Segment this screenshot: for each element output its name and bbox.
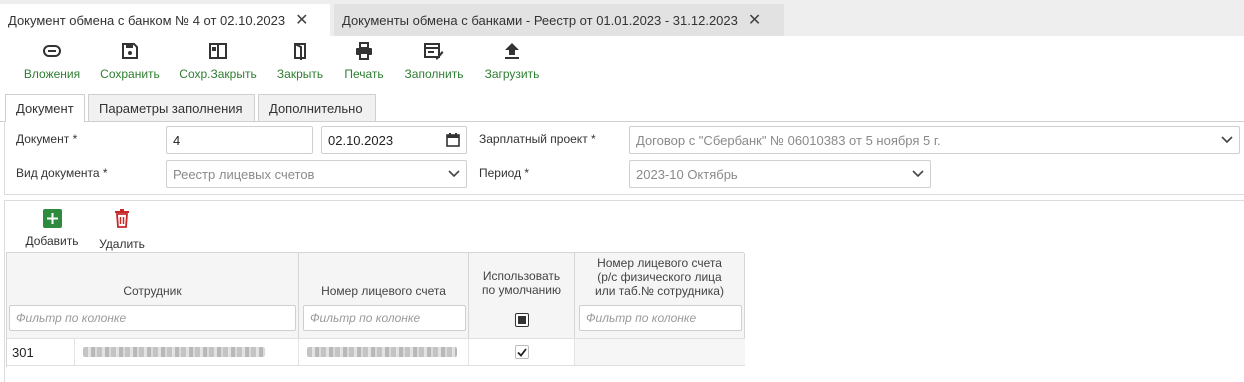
save-label: Сохранить bbox=[100, 67, 160, 81]
filter-employee-input[interactable]: Фильтр по колонке bbox=[9, 305, 296, 331]
filter-account-number-input[interactable]: Фильтр по колонке bbox=[303, 305, 466, 331]
print-button[interactable]: Печать bbox=[342, 40, 386, 84]
period-value: 2023-10 Октябрь bbox=[636, 166, 738, 182]
document-tabs-bar: Документ обмена с банком № 4 от 02.10.20… bbox=[0, 0, 1244, 36]
upload-icon bbox=[502, 40, 522, 62]
column-header-employee: Сотрудник Фильтр по колонке bbox=[7, 253, 299, 338]
column-title-personal-account-line3: или таб.№ сотрудника) bbox=[595, 284, 724, 298]
fill-label: Заполнить bbox=[404, 67, 464, 81]
close-label: Закрыть bbox=[276, 67, 324, 81]
save-close-button[interactable]: Сохр.Закрыть bbox=[178, 40, 258, 84]
tab-document[interactable]: Документ bbox=[5, 94, 85, 122]
save-close-icon bbox=[208, 40, 228, 62]
column-title-use-default-line2: по умолчанию bbox=[481, 283, 562, 297]
use-default-checkbox[interactable] bbox=[515, 345, 529, 359]
doc-type-label: Вид документа * bbox=[16, 166, 108, 180]
salary-project-label: Зарплатный проект * bbox=[479, 132, 596, 146]
doc-tab-current-label: Документ обмена с банком № 4 от 02.10.20… bbox=[8, 12, 286, 28]
column-header-personal-account: Номер лицевого счета (р/с физического ли… bbox=[575, 253, 745, 338]
delete-row-label: Удалить bbox=[99, 237, 145, 251]
add-row-button[interactable]: Добавить bbox=[22, 209, 82, 248]
column-title-use-default-line1: Использовать bbox=[482, 269, 561, 283]
doc-tab-registry[interactable]: Документы обмена с банками - Реестр от 0… bbox=[334, 4, 784, 36]
column-title-account-number: Номер лицевого счета bbox=[299, 284, 468, 298]
close-button[interactable]: Закрыть bbox=[274, 40, 326, 84]
delete-row-button[interactable]: Удалить bbox=[96, 209, 148, 251]
personal-account-cell bbox=[575, 339, 745, 365]
doc-tab-current[interactable]: Документ обмена с банком № 4 от 02.10.20… bbox=[0, 4, 330, 36]
close-icon[interactable]: ✕ bbox=[748, 10, 761, 30]
print-label: Печать bbox=[344, 67, 384, 81]
document-date-value: 02.10.2023 bbox=[328, 132, 394, 148]
trash-icon bbox=[114, 209, 130, 231]
accounts-table: Сотрудник Фильтр по колонке Номер лицево… bbox=[6, 252, 745, 367]
indeterminate-icon bbox=[518, 316, 526, 324]
account-number-cell bbox=[299, 339, 469, 365]
column-header-account-number: Номер лицевого счета Фильтр по колонке bbox=[299, 253, 469, 338]
use-default-cell bbox=[469, 339, 575, 365]
period-label: Период * bbox=[479, 166, 530, 180]
calendar-icon[interactable] bbox=[446, 133, 460, 147]
column-header-use-default: Использовать по умолчанию bbox=[469, 253, 575, 338]
column-title-employee: Сотрудник bbox=[7, 284, 298, 298]
column-title-employee-line: Сотрудник bbox=[123, 284, 182, 298]
salary-project-select[interactable]: Договор с "Сбербанк" № 06010383 от 5 ноя… bbox=[629, 126, 1240, 154]
tab-fill-parameters-label: Параметры заполнения bbox=[99, 100, 243, 116]
save-icon bbox=[120, 40, 140, 62]
document-date-field[interactable]: 02.10.2023 bbox=[321, 126, 467, 154]
chevron-down-icon[interactable] bbox=[912, 170, 924, 178]
checkmark-icon bbox=[517, 347, 527, 357]
upload-button[interactable]: Загрузить bbox=[482, 40, 542, 84]
employee-name-redacted bbox=[83, 347, 265, 357]
column-title-personal-account-line2: (р/с физического лица bbox=[597, 270, 722, 284]
save-button[interactable]: Сохранить bbox=[98, 40, 162, 84]
salary-project-value: Договор с "Сбербанк" № 06010383 от 5 ноя… bbox=[636, 132, 941, 148]
document-number-field[interactable]: 4 bbox=[166, 126, 313, 154]
employee-code: 301 bbox=[12, 344, 34, 360]
paperclip-icon bbox=[42, 40, 62, 62]
toolbar: Вложения Сохранить Сохр.Закрыть Закрыть … bbox=[0, 40, 1244, 88]
plus-icon bbox=[42, 209, 62, 228]
column-title-personal-account-line1: Номер лицевого счета bbox=[597, 256, 722, 270]
select-all-checkbox[interactable] bbox=[515, 313, 529, 327]
document-label: Документ * bbox=[16, 132, 78, 146]
attachments-button[interactable]: Вложения bbox=[22, 40, 82, 84]
account-number-redacted bbox=[307, 347, 457, 357]
employee-code-cell: 301 bbox=[7, 339, 75, 365]
filter-account-number-placeholder: Фильтр по колонке bbox=[310, 311, 421, 325]
add-row-label: Добавить bbox=[25, 234, 79, 248]
column-title-use-default: Использовать по умолчанию bbox=[469, 269, 574, 297]
attachments-label: Вложения bbox=[23, 67, 81, 81]
column-title-account-number-line: Номер лицевого счета bbox=[321, 284, 446, 298]
fill-form-icon bbox=[424, 40, 444, 62]
doc-type-value: Реестр лицевых счетов bbox=[173, 166, 315, 182]
upload-label: Загрузить bbox=[484, 67, 540, 81]
save-close-label: Сохр.Закрыть bbox=[179, 67, 257, 81]
chevron-down-icon[interactable] bbox=[448, 170, 460, 178]
tab-additional[interactable]: Дополнительно bbox=[258, 94, 376, 121]
printer-icon bbox=[354, 40, 374, 62]
document-number-value: 4 bbox=[173, 132, 181, 148]
close-icon[interactable]: ✕ bbox=[295, 10, 308, 30]
column-title-personal-account: Номер лицевого счета (р/с физического ли… bbox=[575, 256, 744, 298]
period-select[interactable]: 2023-10 Октябрь bbox=[629, 160, 931, 188]
door-icon bbox=[290, 40, 310, 62]
tab-additional-label: Дополнительно bbox=[269, 100, 363, 116]
doc-tab-registry-label: Документы обмена с банками - Реестр от 0… bbox=[342, 12, 738, 28]
tab-fill-parameters[interactable]: Параметры заполнения bbox=[88, 94, 255, 121]
doc-type-select[interactable]: Реестр лицевых счетов bbox=[166, 160, 467, 188]
fill-button[interactable]: Заполнить bbox=[402, 40, 466, 84]
filter-employee-placeholder: Фильтр по колонке bbox=[16, 311, 127, 325]
table-row[interactable]: 301 bbox=[7, 338, 745, 366]
filter-personal-account-input[interactable]: Фильтр по колонке bbox=[579, 305, 742, 331]
chevron-down-icon[interactable] bbox=[1221, 136, 1233, 144]
employee-name-cell bbox=[75, 339, 299, 365]
tab-document-label: Документ bbox=[16, 101, 74, 116]
filter-personal-account-placeholder: Фильтр по колонке bbox=[586, 311, 697, 325]
